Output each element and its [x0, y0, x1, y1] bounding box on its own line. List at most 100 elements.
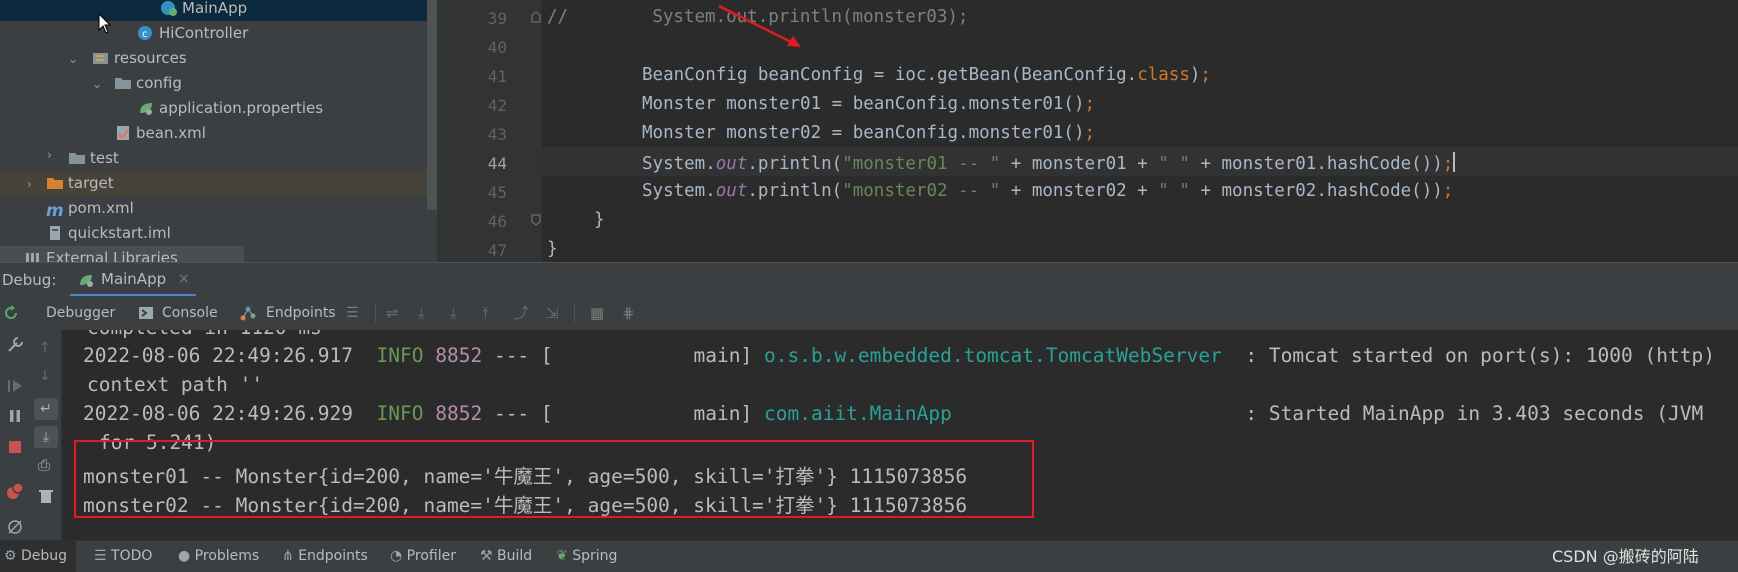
chevron-right-icon[interactable]: ›: [47, 148, 52, 162]
console-actions-strip: ↑ ↓ ↵ ⤓ ⎙: [31, 330, 62, 540]
annotation-arrow: [718, 4, 801, 48]
folder-icon: [47, 178, 63, 189]
tool-profiler[interactable]: ◔ Profiler: [390, 541, 456, 572]
tool-spring[interactable]: ❦ Spring: [556, 541, 617, 572]
console-output[interactable]: completed in 1120 ms 2022-08-06 22:49:26…: [62, 330, 1738, 540]
console-line: completed in 1120 ms: [87, 330, 322, 339]
debug-actions-strip: [0, 330, 31, 540]
mute-breakpoints-icon[interactable]: [6, 518, 24, 536]
trash-icon[interactable]: [38, 488, 54, 504]
line-number: 41: [487, 67, 507, 86]
spring-boot-icon: [80, 275, 93, 287]
tool-build[interactable]: ⚒ Build: [480, 541, 532, 572]
log-line: 2022-08-06 22:49:26.917 INFO 8852 --- [ …: [83, 344, 1715, 367]
fold-marker-icon[interactable]: [531, 214, 541, 226]
close-icon[interactable]: ×: [178, 263, 190, 295]
chevron-right-icon[interactable]: ›: [27, 172, 32, 197]
endpoints-icon: [240, 306, 256, 321]
spring-class-icon: [161, 1, 177, 16]
csdn-watermark: CSDN @搬砖的阿陆: [1552, 547, 1699, 566]
debug-toolbar: Debugger Console Endpoints ☰ ⇌ ⤓ ⤓ ⤒ ⤴ ⇲…: [0, 296, 1738, 331]
resources-folder-icon: [93, 53, 108, 64]
text-caret: [1453, 152, 1456, 172]
maven-icon: m: [46, 201, 64, 221]
debug-session-tab[interactable]: MainApp ×: [70, 263, 196, 297]
code-line-46: }: [594, 210, 605, 230]
line-number: 47: [487, 241, 507, 260]
soft-wrap-icon[interactable]: ↵: [34, 398, 58, 420]
tree-item-pom-xml[interactable]: m pom.xml: [46, 196, 134, 221]
line-number: 39: [487, 9, 507, 28]
tree-item-mainapp[interactable]: MainApp: [0, 0, 427, 21]
down-arrow-icon[interactable]: ↓: [39, 368, 51, 384]
code-line-42: Monster monster01 = beanConfig.monster01…: [642, 94, 1096, 114]
code-line-44: System.out.println("monster01 -- " + mon…: [642, 152, 1456, 174]
line-number: 42: [487, 96, 507, 115]
pause-icon[interactable]: [6, 407, 24, 425]
chevron-down-icon[interactable]: ⌄: [68, 52, 78, 66]
svg-text:c: c: [142, 29, 148, 40]
step-over-icon[interactable]: ⤓: [418, 296, 425, 330]
library-icon: [26, 253, 39, 262]
fold-marker-icon[interactable]: [531, 11, 541, 23]
tree-item-application-properties[interactable]: application.properties: [137, 96, 323, 121]
run-to-cursor-icon[interactable]: ⇲: [546, 296, 559, 330]
log-line: 2022-08-06 22:49:26.929 INFO 8852 --- [ …: [83, 402, 1704, 425]
up-arrow-icon[interactable]: ↑: [39, 340, 51, 356]
log-line-continuation: context path '': [87, 373, 264, 396]
trace-icon[interactable]: ⋕: [622, 296, 635, 330]
step-into-icon[interactable]: ⤓: [450, 296, 457, 330]
tree-item-bean-xml[interactable]: bean.xml: [114, 121, 206, 146]
rerun-icon[interactable]: [3, 305, 19, 321]
print-icon[interactable]: ⎙: [38, 456, 50, 474]
spring-properties-icon: [140, 103, 152, 115]
tool-problems[interactable]: ● Problems: [178, 541, 259, 572]
menu-icon[interactable]: ☰: [346, 296, 359, 330]
show-execution-point-icon[interactable]: ⇌: [386, 296, 399, 330]
folder-icon: [115, 78, 131, 89]
tree-item-target[interactable]: › target: [0, 171, 427, 196]
code-line-47: }: [547, 239, 558, 259]
highlight-box: [74, 440, 1034, 518]
tool-todo[interactable]: ☰ TODO: [94, 541, 152, 572]
tool-window-bar: ⚙ Debug ☰ TODO ● Problems ⋔ Endpoints ◔ …: [0, 540, 1738, 572]
tree-item-test[interactable]: test: [68, 146, 119, 171]
code-editor[interactable]: 39 40 41 42 43 44 45 46 47 // System.out…: [437, 0, 1738, 262]
tool-debug[interactable]: ⚙ Debug: [4, 541, 67, 572]
line-number: 45: [487, 183, 507, 202]
toolbar-divider: [574, 304, 575, 322]
line-number: 40: [487, 38, 507, 57]
tab-console[interactable]: Console: [162, 296, 218, 330]
toolbar-divider: [375, 304, 376, 322]
console-icon: [139, 307, 153, 319]
tab-debugger[interactable]: Debugger: [46, 296, 115, 330]
tab-endpoints[interactable]: Endpoints: [266, 296, 336, 330]
stop-icon[interactable]: [6, 438, 24, 456]
tree-item-external-libraries[interactable]: External Libraries: [0, 246, 244, 262]
evaluate-expression-icon[interactable]: ▦: [590, 296, 604, 330]
code-line-45: System.out.println("monster02 -- " + mon…: [642, 181, 1454, 201]
view-breakpoints-icon[interactable]: [6, 482, 24, 500]
tree-item-config[interactable]: config: [114, 71, 182, 96]
mouse-cursor-icon: [98, 13, 112, 34]
debug-tab-bar: Debug: MainApp ×: [0, 262, 1738, 297]
drop-frame-icon[interactable]: ⤴: [514, 296, 529, 330]
line-number: 43: [487, 125, 507, 144]
resume-icon[interactable]: [6, 377, 24, 395]
code-line-43: Monster monster02 = beanConfig.monster01…: [642, 123, 1096, 143]
tree-item-resources[interactable]: resources: [92, 46, 187, 71]
tool-endpoints[interactable]: ⋔ Endpoints: [282, 541, 368, 572]
code-line-41: BeanConfig beanConfig = ioc.getBean(Bean…: [642, 65, 1211, 85]
step-out-icon[interactable]: ⤒: [482, 296, 489, 330]
chevron-down-icon[interactable]: ⌄: [92, 77, 102, 91]
tree-scrollbar[interactable]: [427, 0, 437, 210]
scroll-to-end-icon[interactable]: ⤓: [34, 426, 58, 448]
line-number: 44: [487, 154, 507, 173]
settings-wrench-icon[interactable]: [6, 336, 24, 354]
project-tree: MainApp c HiController ⌄ resources ⌄ conf…: [0, 0, 437, 262]
tree-item-quickstart-iml[interactable]: quickstart.iml: [46, 221, 171, 246]
debug-label: Debug:: [2, 271, 57, 289]
line-number: 46: [487, 212, 507, 231]
tree-item-hicontroller[interactable]: c HiController: [137, 21, 248, 46]
folder-icon: [69, 153, 85, 164]
